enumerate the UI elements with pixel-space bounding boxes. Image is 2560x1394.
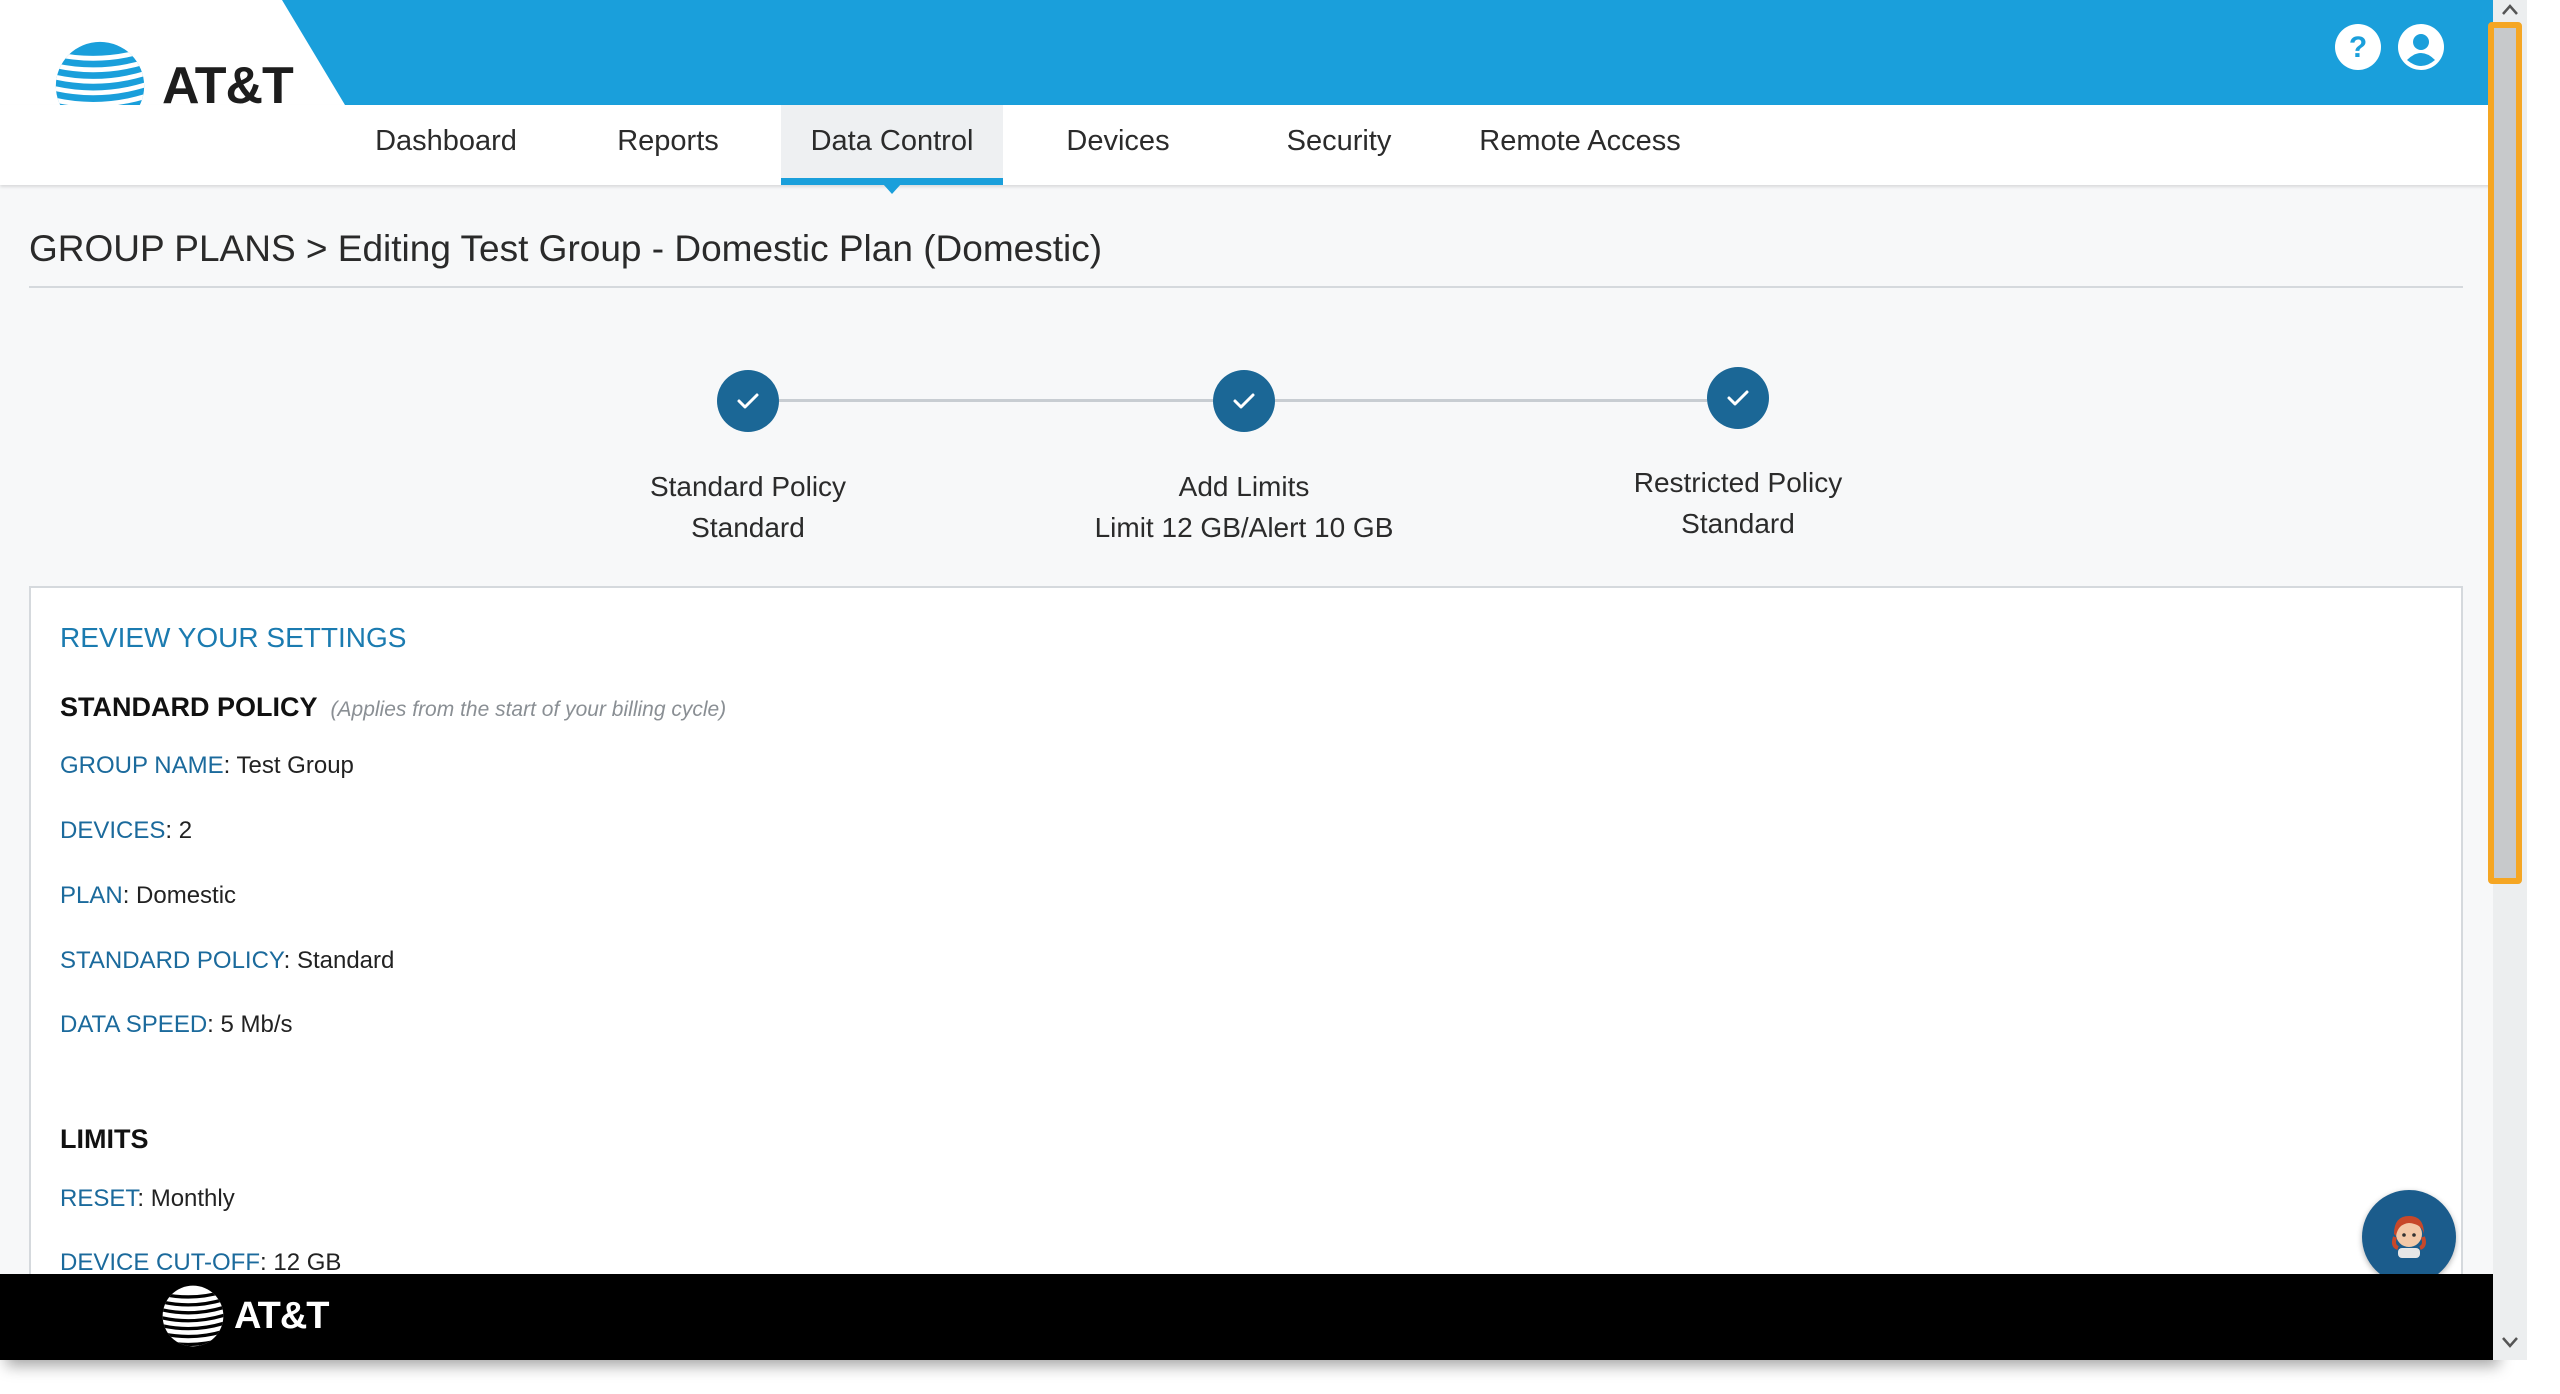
scroll-up-arrow-icon[interactable]	[2500, 2, 2520, 18]
page-title: GROUP PLANS > Editing Test Group - Domes…	[29, 228, 1103, 269]
devices-row: DEVICES: 2	[60, 817, 192, 845]
step-connector	[1275, 399, 1707, 402]
plan-row: PLAN: Domestic	[60, 882, 236, 910]
standard-policy-row: STANDARD POLICY: Standard	[60, 947, 394, 975]
step-2-check-icon[interactable]	[1213, 370, 1275, 432]
active-tab-caret-icon	[883, 184, 901, 194]
group-name-value: : Test Group	[223, 752, 354, 779]
step-3-subtitle: Standard	[1681, 508, 1795, 539]
nav-tab-security[interactable]: Security	[1262, 105, 1416, 185]
nav-tab-remote-access[interactable]: Remote Access	[1470, 105, 1690, 185]
svg-text:?: ?	[2349, 31, 2367, 64]
step-1-check-icon[interactable]	[717, 370, 779, 432]
nav-tab-dashboard[interactable]: Dashboard	[352, 105, 540, 185]
group-name-label: GROUP NAME	[60, 752, 224, 779]
step-connector	[779, 399, 1213, 402]
chat-assistant-icon	[2392, 1216, 2426, 1258]
plan-value: : Domestic	[122, 882, 237, 909]
reset-row: RESET: Monthly	[60, 1185, 235, 1213]
footer-att-logo[interactable]: AT&T	[160, 1283, 329, 1349]
step-1-subtitle: Standard	[691, 512, 805, 543]
nav-tab-reports[interactable]: Reports	[585, 105, 751, 185]
step-3-label: Restricted Policy Standard	[1528, 462, 1948, 544]
step-2-label: Add Limits Limit 12 GB/Alert 10 GB	[1034, 466, 1454, 548]
device-cutoff-row: DEVICE CUT-OFF: 12 GB	[60, 1249, 341, 1277]
footer-logo-text: AT&T	[234, 1294, 329, 1337]
reset-label: RESET	[60, 1185, 138, 1212]
plan-label: PLAN	[60, 882, 123, 909]
review-heading: REVIEW YOUR SETTINGS	[60, 622, 407, 653]
standard-policy-section-title: STANDARD POLICY (Applies from the start …	[60, 692, 726, 723]
chat-assistant-button[interactable]	[2362, 1190, 2456, 1284]
standard-policy-note: (Applies from the start of your billing …	[330, 698, 727, 721]
step-3-title: Restricted Policy	[1633, 467, 1843, 498]
nav-tab-devices[interactable]: Devices	[1043, 105, 1193, 185]
devices-label: DEVICES	[60, 817, 166, 844]
device-cutoff-value: : 12 GB	[260, 1249, 342, 1276]
data-speed-value: : 5 Mb/s	[207, 1011, 293, 1038]
standard-policy-label: STANDARD POLICY	[60, 947, 284, 974]
nav-tab-data-control[interactable]: Data Control	[781, 105, 1003, 194]
step-2-title: Add Limits	[1178, 471, 1310, 502]
limits-section-title: LIMITS	[60, 1124, 149, 1154]
nav-tab-data-control-label: Data Control	[810, 125, 974, 157]
group-name-row: GROUP NAME: Test Group	[60, 752, 354, 780]
browser-viewport: AT&T ? Dashboard Reports Data Control De…	[0, 0, 2493, 1360]
scrollbar-thumb[interactable]	[2488, 22, 2522, 884]
step-1-title: Standard Policy	[649, 471, 847, 502]
devices-value: : 2	[165, 817, 193, 844]
standard-policy-title: STANDARD POLICY	[60, 692, 318, 722]
scroll-down-arrow-icon[interactable]	[2500, 1334, 2520, 1350]
step-1-label: Standard Policy Standard	[538, 466, 958, 548]
att-globe-icon	[162, 1285, 224, 1347]
user-account-icon[interactable]	[2398, 24, 2444, 70]
title-divider	[29, 286, 2463, 288]
header-bar	[0, 0, 2493, 105]
data-speed-row: DATA SPEED: 5 Mb/s	[60, 1011, 293, 1039]
step-3-check-icon[interactable]	[1707, 367, 1769, 429]
help-icon[interactable]: ?	[2335, 24, 2381, 70]
step-2-subtitle: Limit 12 GB/Alert 10 GB	[1094, 512, 1394, 543]
data-speed-label: DATA SPEED	[60, 1011, 208, 1038]
page-footer	[0, 1274, 2493, 1360]
standard-policy-value: : Standard	[283, 947, 395, 974]
device-cutoff-label: DEVICE CUT-OFF	[60, 1249, 261, 1276]
reset-value: : Monthly	[137, 1185, 235, 1212]
